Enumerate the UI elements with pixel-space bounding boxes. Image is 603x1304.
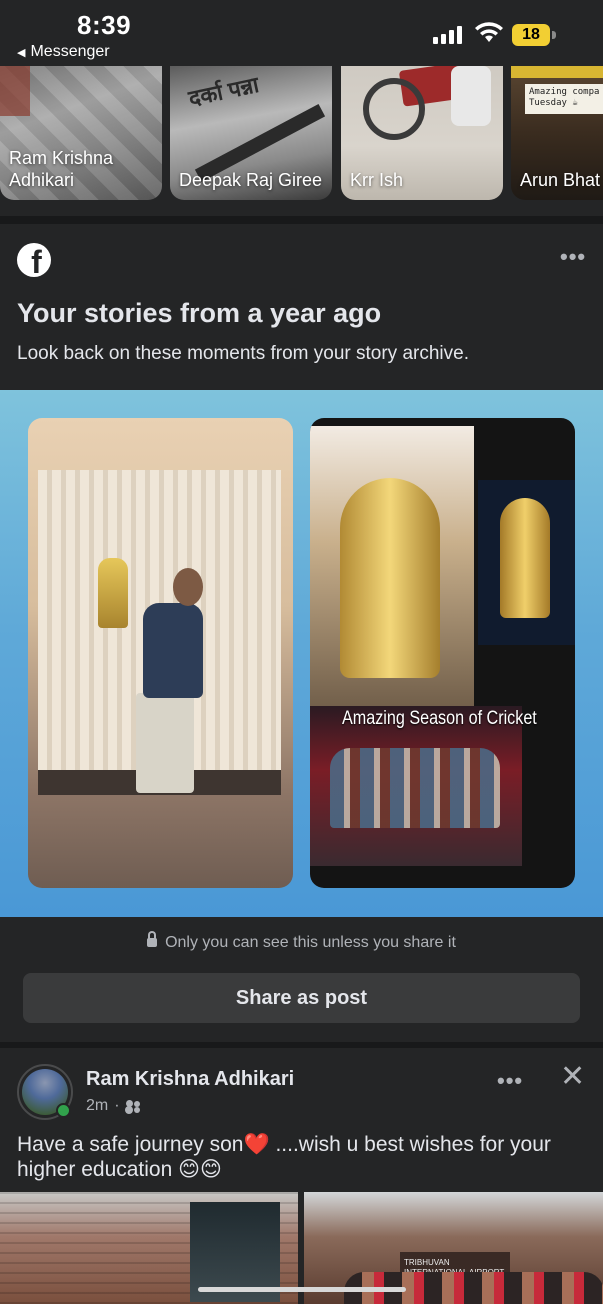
story-image-detail	[363, 78, 425, 140]
status-bar: 8:39 ◀ Messenger 18	[0, 0, 603, 66]
signal-icon	[433, 26, 462, 44]
meta-separator: ·	[114, 1097, 120, 1114]
memories-subtitle: Look back on these moments from your sto…	[17, 343, 469, 364]
photo-person	[136, 693, 194, 793]
story-card[interactable]: Amazing compa Tuesday ☕ Arun Bhat	[511, 66, 603, 200]
story-image-detail	[0, 66, 30, 116]
facebook-icon: f	[17, 243, 51, 277]
home-indicator[interactable]	[198, 1287, 406, 1292]
privacy-note: Only you can see this unless you share i…	[0, 931, 603, 952]
post-time[interactable]: 2m	[86, 1097, 108, 1115]
story-name: Deepak Raj Giree	[179, 170, 323, 190]
share-as-post-button[interactable]: Share as post	[23, 973, 580, 1023]
story-name: Ram Krishna Adhikari	[9, 148, 114, 190]
post-author[interactable]: Ram Krishna Adhikari	[86, 1068, 294, 1091]
story-note: Amazing compa Tuesday ☕	[525, 84, 603, 114]
story-image-detail	[511, 66, 603, 78]
photo-trophy	[340, 478, 440, 678]
friends-icon	[125, 1099, 142, 1113]
feed-post: Ram Krishna Adhikari 2m · ••• ✕ Have a s…	[0, 1048, 603, 1304]
photo-trophy	[98, 558, 128, 628]
memory-story-right[interactable]: Amazing Season of Cricket	[310, 418, 575, 888]
lock-icon	[147, 931, 158, 947]
status-time: 8:39	[77, 10, 132, 40]
post-more-icon[interactable]: •••	[497, 1068, 523, 1094]
more-options-icon[interactable]: •••	[560, 244, 586, 270]
memory-story-left[interactable]	[28, 418, 293, 888]
story-card[interactable]: Ram Krishna Adhikari	[0, 66, 162, 200]
back-triangle-icon: ◀	[17, 46, 26, 59]
story-card[interactable]: Krr Ish	[341, 66, 503, 200]
close-icon[interactable]: ✕	[560, 1062, 585, 1092]
wifi-icon	[475, 22, 503, 42]
back-to-messenger[interactable]: ◀ Messenger	[17, 43, 110, 61]
photo-person	[143, 603, 203, 698]
story-image-detail	[451, 66, 491, 126]
post-meta: 2m ·	[86, 1097, 142, 1115]
online-status-icon	[56, 1103, 71, 1118]
story-image-text: दर्का पन्ना	[186, 71, 262, 112]
story-name: Arun Bhat	[520, 170, 601, 190]
app-screen: 8:39 ◀ Messenger 18 Ram Krishna Adhikari…	[0, 0, 603, 1304]
photo-person	[173, 568, 203, 606]
post-text: Have a safe journey son❤️ ....wish u bes…	[17, 1133, 551, 1181]
memories-card: f ••• Your stories from a year ago Look …	[0, 224, 603, 1042]
photo-team-members	[330, 748, 500, 828]
memory-caption: Amazing Season of Cricket	[342, 708, 537, 729]
memories-title: Your stories from a year ago	[17, 298, 382, 328]
photo-trophy	[500, 498, 550, 618]
stories-strip[interactable]: Ram Krishna Adhikari दर्का पन्ना Deepak …	[0, 66, 603, 216]
battery-cap	[552, 31, 556, 39]
battery-icon: 18	[512, 24, 550, 46]
privacy-text: Only you can see this unless you share i…	[165, 934, 456, 951]
memories-preview[interactable]: Amazing Season of Cricket	[0, 390, 603, 917]
back-app-label: Messenger	[30, 43, 110, 60]
story-card[interactable]: दर्का पन्ना Deepak Raj Giree	[170, 66, 332, 200]
story-name: Krr Ish	[350, 170, 404, 190]
